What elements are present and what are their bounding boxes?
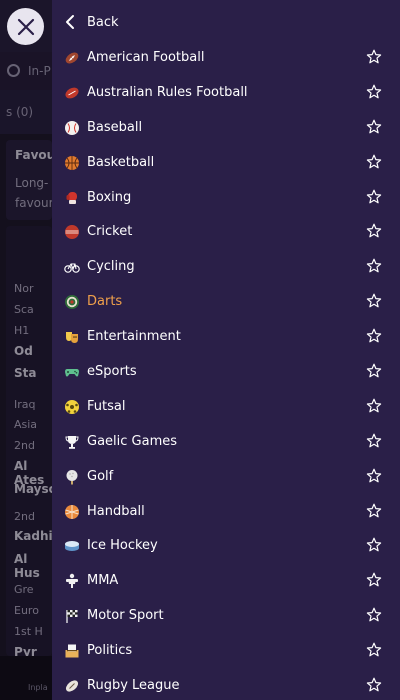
sport-item-handball[interactable]: Handball <box>52 494 400 529</box>
sport-item-mma[interactable]: MMA <box>52 563 400 598</box>
theatre-masks-icon <box>66 332 78 344</box>
back-label: Back <box>87 15 119 30</box>
sport-item-gaelic-games[interactable]: Gaelic Games <box>52 424 400 459</box>
sport-item-futsal[interactable]: Futsal <box>52 389 400 424</box>
favourite-star-icon[interactable] <box>366 84 382 100</box>
favourite-star-icon[interactable] <box>366 503 382 519</box>
sport-item-baseball[interactable]: Baseball <box>52 110 400 145</box>
sport-item-label: American Football <box>87 50 205 65</box>
sport-item-label: Baseball <box>87 119 143 135</box>
sport-item-label: Handball <box>87 503 145 519</box>
favourite-star-icon[interactable] <box>366 433 382 449</box>
favourite-star-icon[interactable] <box>366 49 382 65</box>
sport-item-basketball[interactable]: Basketball <box>52 145 400 180</box>
australian-rules-football-icon <box>65 87 79 99</box>
close-icon <box>17 18 34 35</box>
favourite-star-icon[interactable] <box>366 189 382 205</box>
favourite-star-icon[interactable] <box>366 258 382 274</box>
favourite-star-icon[interactable] <box>366 468 382 484</box>
sport-item-esports[interactable]: eSports <box>52 354 400 389</box>
sport-item-entertainment[interactable]: Entertainment <box>52 319 400 354</box>
sport-item-ice-hockey[interactable]: Ice Hockey <box>52 528 400 563</box>
close-button[interactable] <box>7 8 44 45</box>
gamepad-icon <box>65 369 79 377</box>
favourite-star-icon[interactable] <box>366 572 382 588</box>
sport-item-label: Cricket <box>87 224 133 240</box>
sports-menu-drawer: Back American Football Australian Rules F… <box>52 0 400 700</box>
american-football-icon <box>65 52 79 64</box>
sport-item-rugby-league[interactable]: Rugby League <box>52 668 400 700</box>
screen: In-P s (0) Favou Long- favour Nor Sca H1… <box>0 0 400 700</box>
sport-item-label: Cycling <box>87 259 135 275</box>
favourite-star-icon[interactable] <box>366 363 382 379</box>
chequered-flag-icon <box>66 610 78 624</box>
favourite-star-icon[interactable] <box>366 642 382 658</box>
favourite-star-icon[interactable] <box>366 223 382 239</box>
favourite-star-icon[interactable] <box>366 677 382 693</box>
sport-item-boxing[interactable]: Boxing <box>52 180 400 215</box>
favourite-star-icon[interactable] <box>366 328 382 344</box>
hockey-puck-icon <box>65 541 79 552</box>
golf-ball-icon <box>66 469 78 485</box>
sport-item-label: Golf <box>87 468 114 484</box>
sport-item-label: Politics <box>87 643 133 659</box>
sport-item-label: Entertainment <box>87 329 181 345</box>
sport-item-label: Darts <box>87 294 123 310</box>
dartboard-icon <box>65 295 79 310</box>
sport-item-label: Motor Sport <box>87 608 164 624</box>
sport-item-label: Australian Rules Football <box>87 84 248 100</box>
sport-item-label: Rugby League <box>87 678 180 694</box>
favourite-star-icon[interactable] <box>366 537 382 553</box>
sport-item-cycling[interactable]: Cycling <box>52 249 400 284</box>
sport-item-motor-sport[interactable]: Motor Sport <box>52 598 400 633</box>
favourite-star-icon[interactable] <box>366 293 382 309</box>
rugby-ball-icon <box>65 680 79 692</box>
favourite-star-icon[interactable] <box>366 398 382 414</box>
sport-item-american-football[interactable]: American Football <box>52 40 400 75</box>
sport-item-australian-rules-football[interactable]: Australian Rules Football <box>52 75 400 110</box>
bicycle-icon <box>64 263 80 274</box>
sport-item-label: Futsal <box>87 398 126 414</box>
favourite-star-icon[interactable] <box>366 154 382 170</box>
sport-item-label: eSports <box>87 364 137 380</box>
ballot-box-icon <box>65 644 79 658</box>
basketball-icon <box>65 155 79 170</box>
handball-icon <box>65 504 79 519</box>
trophy-icon <box>65 435 79 449</box>
sport-item-politics[interactable]: Politics <box>52 633 400 668</box>
sport-item-label: Ice Hockey <box>87 538 158 554</box>
fighter-icon <box>66 574 78 589</box>
sport-item-label: MMA <box>87 573 119 589</box>
chevron-left-icon <box>66 15 74 29</box>
favourite-star-icon[interactable] <box>366 119 382 135</box>
cricket-ball-icon <box>65 225 79 240</box>
sports-list: American Football Australian Rules Footba… <box>52 40 400 700</box>
futsal-ball-icon <box>65 399 79 414</box>
boxing-glove-icon <box>66 191 77 204</box>
favourite-star-icon[interactable] <box>366 607 382 623</box>
baseball-icon <box>65 120 79 135</box>
sport-item-darts[interactable]: Darts <box>52 284 400 319</box>
sport-item-label: Gaelic Games <box>87 433 178 449</box>
sport-item-label: Basketball <box>87 154 155 170</box>
back-button[interactable]: Back <box>52 4 400 42</box>
sport-item-golf[interactable]: Golf <box>52 459 400 494</box>
sport-item-cricket[interactable]: Cricket <box>52 214 400 249</box>
sport-item-label: Boxing <box>87 189 132 205</box>
